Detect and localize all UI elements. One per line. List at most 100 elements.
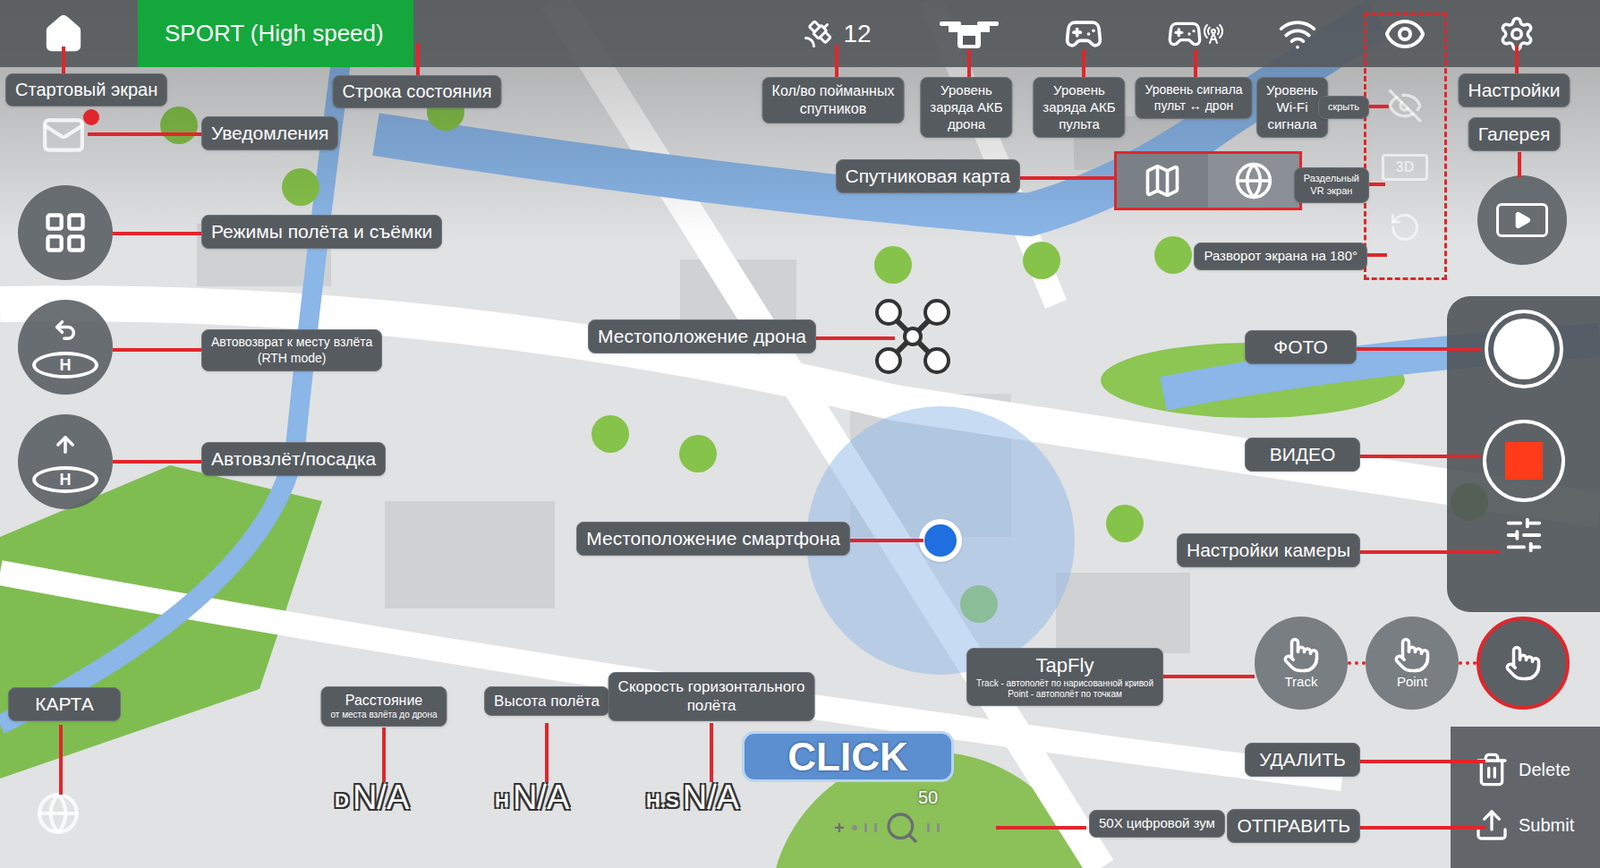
callout-label: УровеньWi-Fiсигнала <box>1256 76 1328 138</box>
callout-label: Галерея <box>1468 117 1561 152</box>
drone-battery <box>912 16 1026 52</box>
callout-label: Скорость горизонтальногополёта <box>608 672 816 722</box>
callout-label: Уровень сигналапульт ↔ дрон <box>1134 76 1252 120</box>
tapfly-connector <box>1458 661 1477 665</box>
callout-label: Разворот экрана на 180° <box>1193 242 1368 271</box>
callout-label: КАРТА <box>8 687 121 722</box>
wifi-icon <box>1277 14 1318 54</box>
hand-icon <box>1282 636 1320 674</box>
callout-label: ОТПРАВИТЬ <box>1226 808 1361 843</box>
video-button[interactable] <box>1482 419 1566 503</box>
map-type-toggle <box>1114 151 1303 211</box>
gallery-button[interactable] <box>1477 175 1567 265</box>
left-controls: HH <box>17 185 113 510</box>
callout-label: Кол/во пойманныхспутников <box>762 76 905 124</box>
camera-settings-button[interactable] <box>1503 514 1545 556</box>
remote-controller-icon <box>1063 14 1104 54</box>
hand-icon <box>1393 636 1431 674</box>
callout-label: Высота полёта <box>484 686 610 716</box>
callout-label: Уровеньзаряда АКБдрона <box>919 76 1013 138</box>
callout-label: Расстояниеот места взлёта до дрона <box>320 686 447 727</box>
sliders-icon <box>1503 514 1545 556</box>
rotate-icon[interactable] <box>1388 211 1422 244</box>
callout-label: Местоположение дрона <box>587 319 817 354</box>
rth-button[interactable]: H <box>17 299 113 395</box>
hand-icon <box>1504 644 1542 682</box>
callout-label: Уведомления <box>201 116 339 151</box>
callout-label: скрыть <box>1318 95 1370 120</box>
photo-button[interactable] <box>1484 309 1564 389</box>
link-signal <box>1141 16 1250 52</box>
signal-waves-icon <box>1202 23 1225 45</box>
submit-button[interactable]: Submit <box>1473 807 1600 843</box>
callout-label: ФОТО <box>1244 330 1357 365</box>
remote-battery <box>1025 14 1142 54</box>
phone-location-marker <box>919 519 962 562</box>
satellite-count: 12 <box>760 15 913 53</box>
envelope-icon <box>41 112 86 158</box>
vr-button[interactable]: 3D <box>1381 153 1429 181</box>
callout-label: Спутниковая карта <box>835 159 1022 194</box>
hidden-controls: 3D <box>1378 87 1432 244</box>
tapfly-modes: TrackPoint <box>1254 616 1570 710</box>
remote-signal-icon <box>1166 16 1203 52</box>
callout-label: Автовзлёт/посадка <box>201 442 386 477</box>
drone-location-icon <box>872 296 954 377</box>
home-icon <box>42 13 85 55</box>
settings-button[interactable] <box>1463 15 1570 53</box>
telemetry-value: HN/A <box>494 780 570 815</box>
delete-button[interactable]: Delete <box>1473 751 1600 788</box>
tapfly-connector <box>1347 661 1366 665</box>
eye-icon <box>1383 12 1427 56</box>
click-button[interactable]: CLICK <box>741 731 954 783</box>
globe-icon <box>35 791 81 836</box>
drone-app-screen: SPORT (High speed) 12 3D HH TrackPoint Delete… <box>0 0 1600 868</box>
modes-button[interactable] <box>17 185 113 281</box>
callout-label: Настройки <box>1458 73 1571 108</box>
map-button[interactable] <box>1116 153 1209 208</box>
tapfly-mode-button[interactable] <box>1476 616 1570 710</box>
gear-icon <box>1497 15 1536 53</box>
notifications-button[interactable] <box>41 112 86 158</box>
callout-label: Настройки камеры <box>1176 533 1361 568</box>
grid-icon <box>42 209 89 256</box>
rth-icon: H <box>29 315 102 379</box>
globe-icon <box>1234 161 1274 201</box>
takeoff-button[interactable]: H <box>17 414 113 510</box>
magnifier-icon <box>884 809 920 846</box>
callout-label: 50X цифровой зум <box>1089 809 1226 838</box>
tapfly-mode-button[interactable]: Track <box>1254 616 1348 710</box>
satellite-map-button[interactable] <box>1208 153 1300 208</box>
zoom-value: 50 <box>918 783 938 811</box>
map-view-button[interactable] <box>35 791 81 836</box>
callout-label: РаздельныйVR экран <box>1293 167 1370 204</box>
telemetry-value: H.SN/A <box>646 780 740 815</box>
callout-label: Автовозврат к месту взлёта(RTH mode) <box>201 329 383 372</box>
map-icon <box>1142 161 1183 201</box>
satellite-icon <box>801 17 835 51</box>
callout-label: УДАЛИТЬ <box>1244 742 1361 777</box>
upload-icon <box>1473 807 1510 843</box>
wifi-signal <box>1249 14 1346 54</box>
tapfly-mode-button[interactable]: Point <box>1365 616 1459 710</box>
action-panel: Delete Submit <box>1450 726 1600 868</box>
hide-icon[interactable] <box>1387 87 1423 124</box>
callout-label: Режимы полёта и съёмки <box>201 214 443 249</box>
callout-label: Стартовый экран <box>5 73 168 107</box>
play-icon <box>1512 210 1532 230</box>
top-bar: SPORT (High speed) 12 <box>0 0 1600 68</box>
notification-badge <box>83 109 100 126</box>
camera-panel <box>1446 296 1600 613</box>
callout-label: Уровеньзаряда АКБпульта <box>1032 76 1125 138</box>
home-button[interactable] <box>0 0 128 68</box>
trash-icon <box>1473 751 1510 788</box>
callout-label: Строка состояния <box>331 75 502 109</box>
telemetry-value: DN/A <box>334 780 409 815</box>
callout-label: ВИДЕО <box>1244 437 1361 472</box>
zoom-slider[interactable]: + <box>834 809 940 846</box>
drone-battery-icon <box>937 16 1001 52</box>
callout-label: TapFlyTrack - автополёт по нарисованной … <box>966 647 1164 707</box>
callout-label: Местоположение смартфона <box>576 521 851 556</box>
status-bar: SPORT (High speed) <box>137 0 414 68</box>
takeoff-icon: H <box>29 430 102 494</box>
